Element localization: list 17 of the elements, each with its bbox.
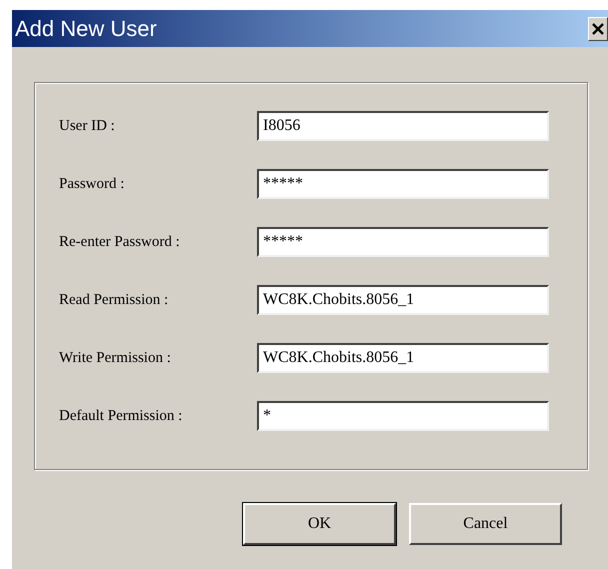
input-field[interactable]: WC8K.Chobits.8056_1	[257, 343, 549, 373]
field-label: Password :	[59, 176, 126, 192]
field-label: Read Permission :	[59, 292, 170, 308]
input-field[interactable]: I8056	[257, 111, 549, 141]
field-label: Default Permission :	[59, 408, 184, 424]
dialog-button[interactable]: Cancel	[409, 503, 562, 545]
input-field[interactable]: *	[257, 401, 549, 431]
field-label: User ID :	[59, 118, 116, 134]
field-label: Write Permission :	[59, 350, 172, 366]
field-label: Re-enter Password :	[59, 234, 181, 250]
input-field[interactable]: *****	[257, 227, 549, 257]
input-field[interactable]: *****	[257, 169, 549, 199]
close-button[interactable]	[588, 16, 608, 40]
dialog-button[interactable]: OK	[243, 503, 396, 545]
close-icon	[592, 22, 604, 34]
input-field[interactable]: WC8K.Chobits.8056_1	[257, 285, 549, 315]
window-title: Add New User	[14, 16, 157, 42]
